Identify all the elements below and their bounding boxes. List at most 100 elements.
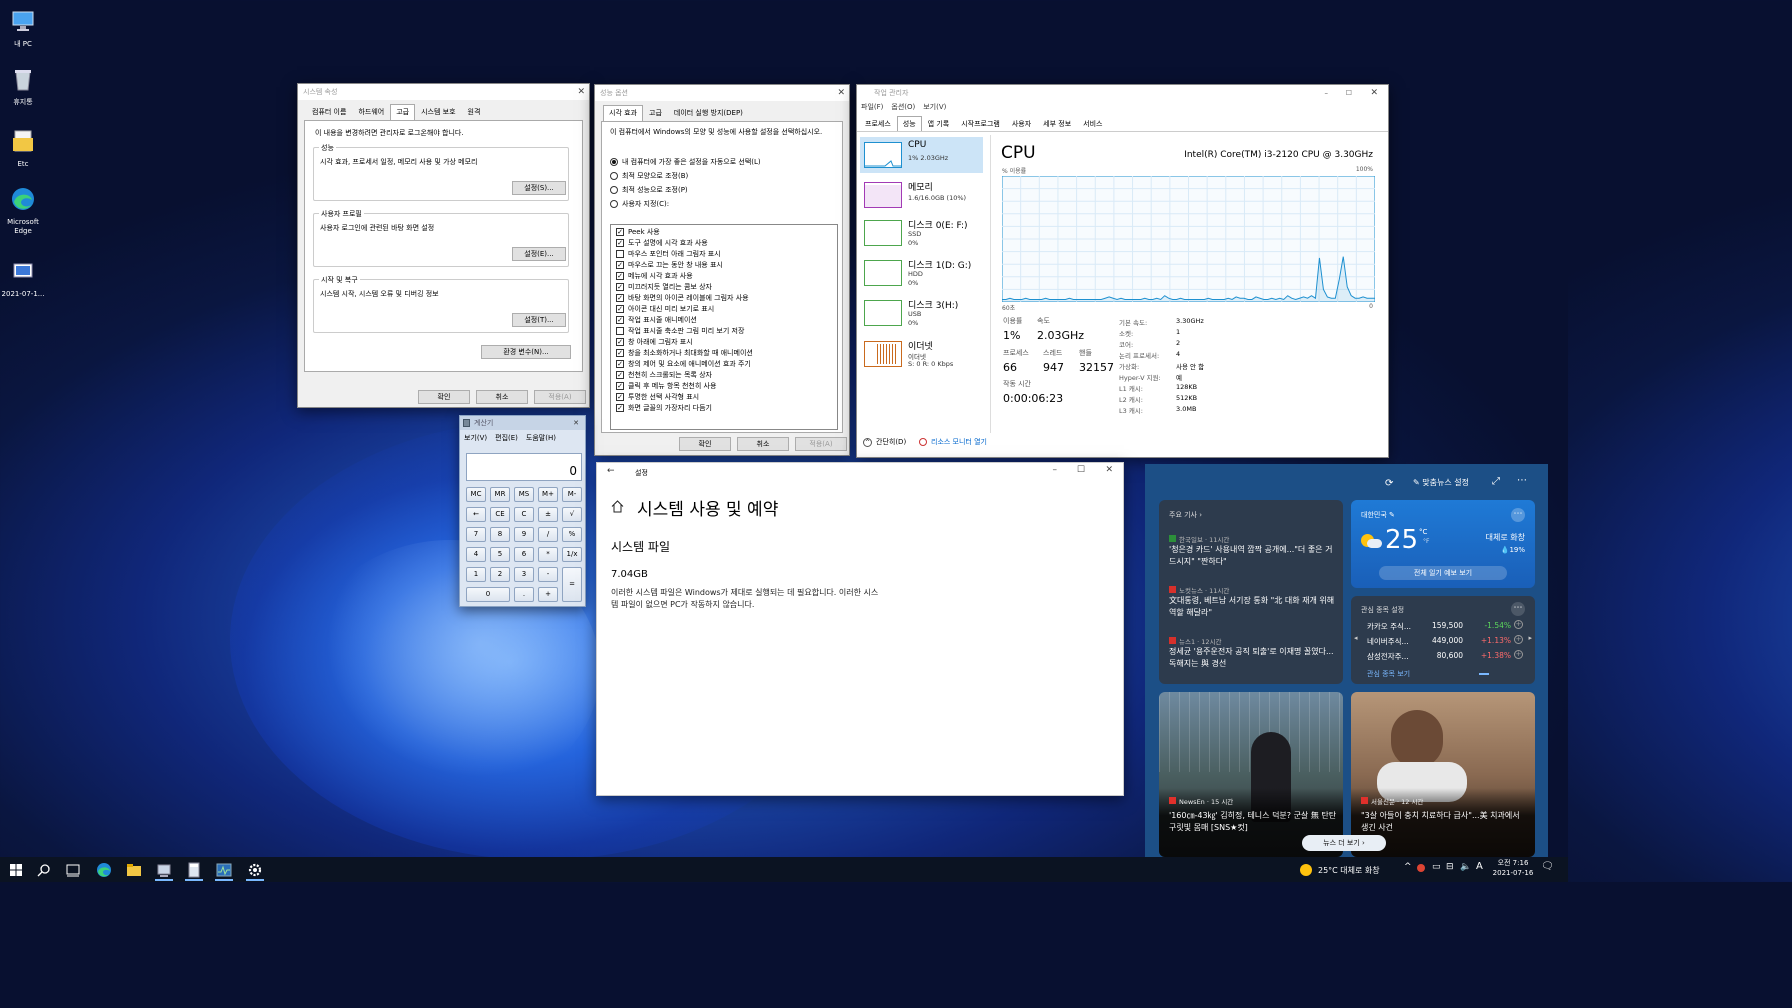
visual-effect-option[interactable]: ✓ 아이콘 대신 미리 보기로 표시 [616,303,837,314]
close-button[interactable]: ✕ [837,85,845,101]
tab-visual-effects[interactable]: 시각 효과 [603,105,643,121]
tray-overflow-icon[interactable]: ^ [1404,862,1412,872]
apply-button[interactable]: 적용(A) [795,437,847,451]
resource-monitor-link[interactable]: 리소스 모니터 열기 [919,437,987,447]
visual-effect-option[interactable]: ✓ 천천히 스크롤되는 목록 상자 [616,369,837,380]
menu-help[interactable]: 도움말(H) [526,433,556,443]
menu-view[interactable]: 보기(V) [923,102,946,112]
apply-button[interactable]: 적용(A) [534,390,586,404]
performance-settings-button[interactable]: 설정(S)... [512,181,566,195]
calc-key[interactable]: MR [490,487,510,502]
calc-key[interactable]: 7 [466,527,486,542]
calc-key[interactable]: 0 [466,587,510,602]
menu-options[interactable]: 옵션(O) [891,102,915,112]
visual-effect-option[interactable]: ✓ 투명한 선택 사각형 표시 [616,391,837,402]
battery-icon[interactable]: ▭ [1432,862,1441,872]
network-icon[interactable]: ⊟ [1446,862,1454,872]
tray-app-icon[interactable] [1416,862,1426,872]
unit-celsius[interactable]: °C [1419,528,1427,536]
tab-computer-name[interactable]: 컴퓨터 이름 [306,104,352,120]
tab-advanced[interactable]: 고급 [390,104,416,120]
calc-key[interactable]: 5 [490,547,510,562]
cancel-button[interactable]: 취소 [476,390,528,404]
desktop-icon-edge[interactable]: Microsoft Edge [0,186,46,236]
task-manager-taskbar-icon[interactable] [213,859,235,881]
refresh-icon[interactable]: ⟳ [1385,478,1393,489]
fewer-details-link[interactable]: ^ 간단히(D) [863,437,906,447]
more-options-icon[interactable]: ⋯ [1511,602,1525,616]
menu-view[interactable]: 보기(V) [464,433,487,443]
visual-effect-option[interactable]: ✓ 창 아래에 그림자 표시 [616,336,837,347]
minimize-button[interactable]: – [1053,465,1058,475]
tab-users[interactable]: 사용자 [1006,116,1037,132]
input-method-indicator[interactable]: A [1476,861,1483,872]
calculator-taskbar-icon[interactable] [183,859,205,881]
expand-icon[interactable]: ⤢ [1492,476,1500,487]
menu-file[interactable]: 파일(F) [861,102,883,112]
start-windows-icon[interactable] [5,859,27,881]
close-button[interactable]: ✕ [577,84,585,100]
clock[interactable]: 오전 7:16 2021-07-16 [1492,858,1534,878]
visual-effect-option[interactable]: ✓ 미끄러지듯 열리는 콤보 상자 [616,281,837,292]
calc-key[interactable]: M- [562,487,582,502]
perf-item-memory[interactable]: 메모리 1.6/16.0GB (10%) [860,177,983,213]
more-options-icon[interactable]: ⋯ [1517,475,1527,486]
more-options-icon[interactable]: ⋯ [1511,508,1525,522]
tab-services[interactable]: 서비스 [1077,116,1108,132]
system-properties-taskbar-icon[interactable] [153,859,175,881]
unit-fahrenheit[interactable]: °F [1423,538,1429,545]
personalize-news-button[interactable]: ✎ 맞춤뉴스 설정 [1413,477,1469,488]
calc-key[interactable]: CE [490,507,510,522]
calc-key[interactable]: 3 [514,567,534,582]
minimize-button[interactable]: – [1325,85,1329,101]
tab-advanced[interactable]: 고급 [643,105,668,121]
file-explorer-icon[interactable] [123,859,145,881]
startup-settings-button[interactable]: 설정(T)... [512,313,566,327]
task-view-icon[interactable] [62,859,84,881]
add-stock-icon[interactable]: + [1514,635,1523,644]
radio-best-appearance[interactable]: 최적 모양으로 조정(B) [610,169,761,183]
cancel-button[interactable]: 취소 [737,437,789,451]
calc-key[interactable]: + [538,587,558,602]
desktop-icon-etc[interactable]: Etc [0,128,46,169]
calc-key[interactable]: . [514,587,534,602]
home-icon[interactable] [611,500,624,513]
perf-item-disk3[interactable]: 디스크 3(H:) USB 0% [860,295,983,331]
perf-item-disk0[interactable]: 디스크 0(E: F:) SSD 0% [860,215,983,251]
visual-effect-option[interactable]: 마우스 포인터 아래 그림자 표시 [616,248,837,259]
tab-remote[interactable]: 원격 [462,104,487,120]
desktop-icon-screenshot[interactable]: 2021-07-1... [0,258,46,299]
visual-effect-option[interactable]: ✓ Peek 사용 [616,226,837,237]
radio-custom[interactable]: 사용자 지정(C): [610,197,761,211]
tab-startup[interactable]: 시작프로그램 [955,116,1006,132]
tab-performance[interactable]: 성능 [896,116,922,132]
environment-variables-button[interactable]: 환경 변수(N)... [481,345,571,359]
radio-auto[interactable]: 내 컴퓨터에 가장 좋은 설정을 자동으로 선택(L) [610,155,761,169]
visual-effects-list[interactable]: ✓ Peek 사용 ✓ 도구 설명에 시각 효과 사용 마우스 포인터 아래 그림자 표… [610,224,838,430]
perf-item-ethernet[interactable]: 이더넷 이더넷 S: 0 R: 0 Kbps [860,336,983,372]
visual-effect-option[interactable]: ✓ 마우스로 끄는 동안 창 내용 표시 [616,259,837,270]
tab-dep[interactable]: 데이터 실행 방지(DEP) [668,105,749,121]
settings-gear-icon[interactable] [244,859,266,881]
maximize-button[interactable]: ☐ [1346,85,1352,101]
visual-effect-option[interactable]: ✓ 창을 최소화하거나 최대화할 때 애니메이션 [616,347,837,358]
calc-key[interactable]: MC [466,487,486,502]
more-news-button[interactable]: 뉴스 더 보기 › [1302,835,1386,851]
calc-key[interactable]: √ [562,507,582,522]
calc-key[interactable]: - [538,567,558,582]
calc-key[interactable]: 6 [514,547,534,562]
calc-key[interactable]: MS [514,487,534,502]
article-title[interactable]: 정세균 '용주운전자 공직 퇴출'로 이재명 꼴였다...독해지는 與 경선 [1169,646,1335,670]
visual-effect-option[interactable]: ✓ 클릭 후 메뉴 항목 천천히 사용 [616,380,837,391]
desktop-icon-recycle-bin[interactable]: 휴지통 [0,66,46,107]
visual-effect-option[interactable]: 작업 표시줄 축소판 그림 미리 보기 저장 [616,325,837,336]
calc-key[interactable]: ± [538,507,558,522]
desktop-icon-this-pc[interactable]: 내 PC [0,8,46,49]
ok-button[interactable]: 확인 [679,437,731,451]
tab-details[interactable]: 세부 정보 [1037,116,1077,132]
ok-button[interactable]: 확인 [418,390,470,404]
calc-key[interactable]: = [562,567,582,602]
close-button[interactable]: ✕ [1105,465,1113,475]
calc-key[interactable]: ← [466,507,486,522]
article-title[interactable]: '청은경 카드' 사용내역 깜짝 공개에..."더 좋은 거 드시지" "짠하다… [1169,544,1335,568]
